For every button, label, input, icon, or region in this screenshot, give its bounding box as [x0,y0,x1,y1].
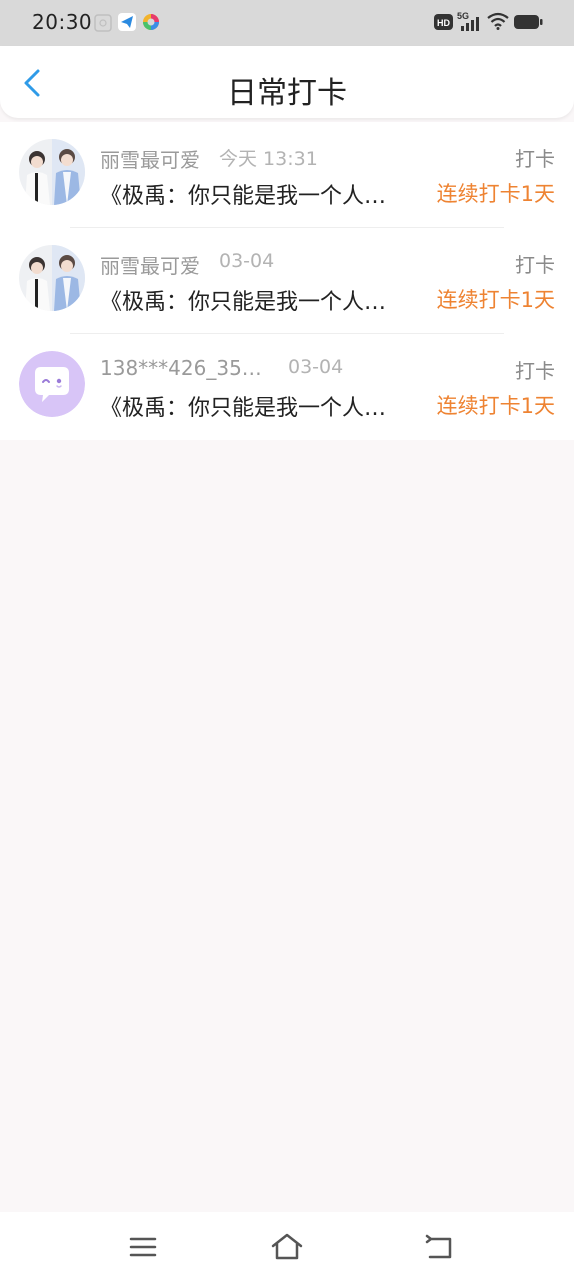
status-bar: 20:30 HD 5G [0,0,574,46]
checkin-type-label: 打卡 [515,147,555,171]
streak-label: 连续打卡1天 [436,182,555,206]
back-icon[interactable] [422,1230,456,1264]
menu-icon[interactable] [126,1230,160,1264]
book-title: 《极禹：你只能是我一个人… [100,396,387,421]
header: 日常打卡 [0,46,574,118]
book-title: 《极禹：你只能是我一个人… [100,184,387,209]
streak-label: 连续打卡1天 [436,288,555,312]
streak-label: 连续打卡1天 [436,394,555,418]
user-avatar[interactable] [19,139,85,205]
checkin-time: 今天 13:31 [219,148,318,170]
home-icon[interactable] [270,1230,304,1264]
checkin-row[interactable]: 138***426_35… 03-04 打卡 《极禹：你只能是我一个人… 连续打… [0,334,574,440]
checkin-time: 03-04 [219,250,275,272]
colorful-app-icon [143,14,159,30]
page-title: 日常打卡 [227,76,347,111]
checkin-row[interactable]: 丽雪最可爱 03-04 打卡 《极禹：你只能是我一个人… 连续打卡1天 [0,228,574,334]
hd-icon: HD [434,14,453,30]
checkin-list: 丽雪最可爱 今天 13:31 打卡 《极禹：你只能是我一个人… 连续打卡1天 丽… [0,122,574,440]
checkin-time: 03-04 [288,356,344,378]
gallery-icon [94,14,112,32]
svg-text:HD: HD [437,18,450,28]
checkin-type-label: 打卡 [515,359,555,383]
username: 138***426_35… [100,356,262,380]
wifi-icon [487,12,509,30]
status-time: 20:30 [32,10,93,34]
checkin-type-label: 打卡 [515,253,555,277]
telegram-icon [118,13,136,31]
username: 丽雪最可爱 [100,148,200,172]
checkin-row[interactable]: 丽雪最可爱 今天 13:31 打卡 《极禹：你只能是我一个人… 连续打卡1天 [0,122,574,228]
book-title: 《极禹：你只能是我一个人… [100,290,387,315]
battery-icon [514,15,543,29]
signal-icon: 5G [457,11,479,31]
username: 丽雪最可爱 [100,254,200,278]
system-nav-bar [0,1212,574,1280]
user-avatar[interactable] [19,245,85,311]
svg-text:5G: 5G [457,11,469,21]
chat-bubble-avatar-icon[interactable] [19,351,85,417]
